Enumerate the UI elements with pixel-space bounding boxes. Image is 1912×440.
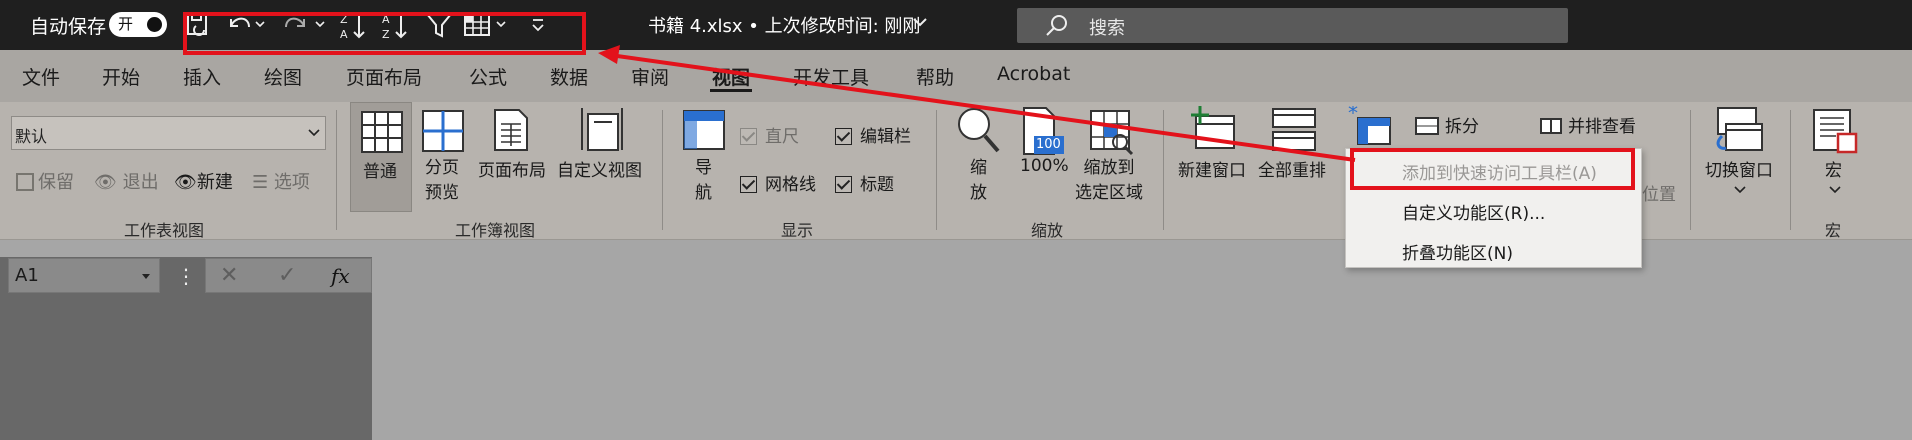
annotation-arrow [598, 45, 1356, 162]
